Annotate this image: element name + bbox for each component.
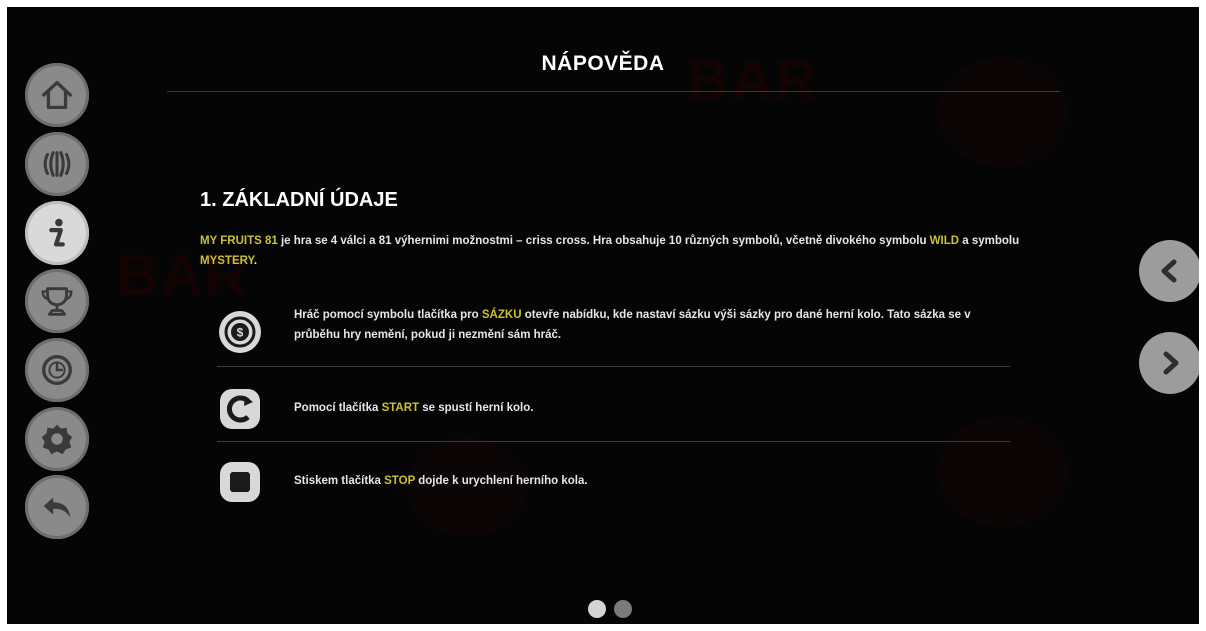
- bet-description: Hráč pomocí symbolu tlačítka pro SÁZKU o…: [294, 309, 971, 341]
- wild-label: WILD: [929, 235, 960, 247]
- settings-button[interactable]: [25, 407, 89, 471]
- home-icon: [42, 80, 72, 110]
- reels-icon: [43, 151, 71, 177]
- history-button[interactable]: [25, 338, 89, 402]
- start-spin-icon: [217, 386, 263, 432]
- back-icon: [43, 497, 71, 518]
- coin-bet-icon: $: [217, 309, 263, 355]
- info-icon: [49, 218, 65, 247]
- game-name: MY FRUITS 81: [200, 235, 278, 247]
- intro-text-3: .: [253, 255, 258, 267]
- stop-keyword: STOP: [384, 475, 416, 487]
- reels-button[interactable]: [25, 132, 89, 196]
- start-keyword: START: [381, 402, 420, 414]
- next-page-button[interactable]: [1139, 332, 1199, 394]
- back-button[interactable]: [25, 475, 89, 539]
- start-description: Pomocí tlačítka START se spustí herní ko…: [294, 402, 534, 414]
- trophy-button[interactable]: [25, 269, 89, 333]
- help-row-stop: Stiskem tlačítka STOP dojde k urychlení …: [217, 457, 1010, 507]
- settings-icon: [41, 424, 73, 455]
- page-dot[interactable]: [614, 600, 632, 618]
- help-row-bet: $ Hráč pomocí symbolu tlačítka pro SÁZKU…: [217, 305, 1010, 365]
- svg-text:$: $: [237, 326, 244, 340]
- stop-description: Stiskem tlačítka STOP dojde k urychlení …: [294, 475, 588, 487]
- bet-keyword: SÁZKU: [481, 309, 522, 321]
- intro-text-1: je hra se 4 válci a 81 výhernimi možnost…: [277, 235, 930, 247]
- info-button[interactable]: [25, 201, 89, 265]
- help-row-start: Pomocí tlačítka START se spustí herní ko…: [217, 384, 1010, 434]
- page-dot-active[interactable]: [588, 600, 606, 618]
- stop-icon: [217, 459, 263, 505]
- prev-page-icon: [1161, 259, 1177, 283]
- next-page-icon: [1163, 351, 1179, 375]
- history-icon: [42, 355, 72, 385]
- section-heading: 1. ZÁKLADNÍ ÚDAJE: [200, 189, 398, 211]
- row-divider: [217, 366, 1010, 367]
- intro-text-2: a symbolu: [959, 235, 1020, 247]
- title-divider: [167, 91, 1060, 92]
- prev-page-button[interactable]: [1139, 240, 1199, 302]
- intro-paragraph: MY FRUITS 81 je hra se 4 válci a 81 výhe…: [200, 231, 1020, 271]
- trophy-icon: [41, 287, 73, 316]
- mystery-label: MYSTERY: [200, 255, 254, 267]
- row-divider: [217, 441, 1010, 442]
- help-screen: BAR BAR NÁPOVĚDA 1. ZÁKLADNÍ ÚDAJE MY FR…: [7, 7, 1199, 624]
- page-title: NÁPOVĚDA: [541, 52, 665, 75]
